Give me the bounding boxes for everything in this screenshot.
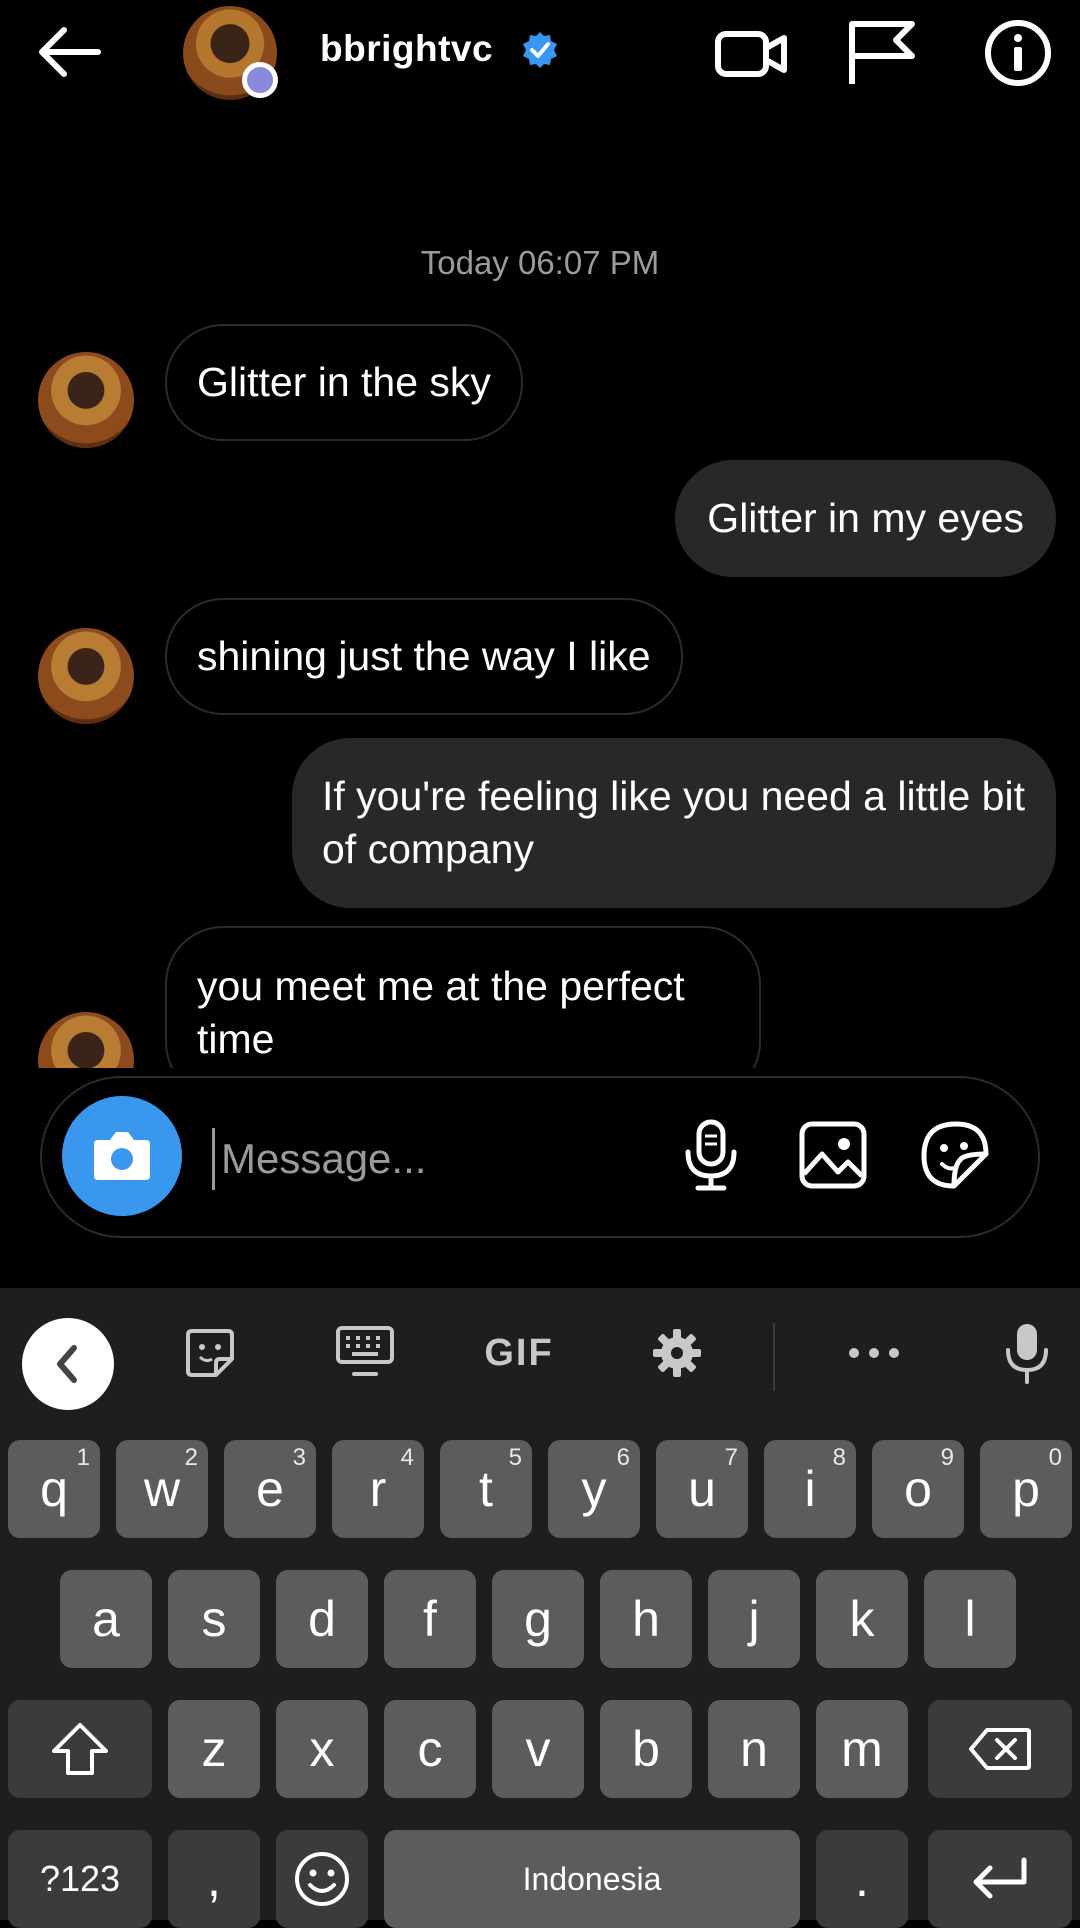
- keyboard-icon[interactable]: [334, 1318, 396, 1388]
- more-icon[interactable]: [842, 1318, 906, 1388]
- key-u[interactable]: u7: [656, 1440, 748, 1538]
- backspace-icon[interactable]: [928, 1700, 1072, 1798]
- outgoing-message[interactable]: If you're feeling like you need a little…: [292, 738, 1056, 908]
- key-w[interactable]: w2: [116, 1440, 208, 1538]
- video-call-icon[interactable]: [714, 18, 790, 88]
- enter-icon[interactable]: [928, 1830, 1072, 1928]
- info-icon[interactable]: [980, 18, 1056, 88]
- username[interactable]: bbrightvc: [320, 28, 493, 70]
- active-status-badge: [242, 62, 278, 98]
- keyboard-toolbar: GIF: [0, 1288, 1080, 1418]
- key-x[interactable]: x: [276, 1700, 368, 1798]
- key-k[interactable]: k: [816, 1570, 908, 1668]
- key-f[interactable]: f: [384, 1570, 476, 1668]
- microphone-icon[interactable]: [672, 1116, 750, 1194]
- shift-icon[interactable]: [8, 1700, 152, 1798]
- key-r[interactable]: r4: [332, 1440, 424, 1538]
- key-v[interactable]: v: [492, 1700, 584, 1798]
- symbols-key[interactable]: ?123: [8, 1830, 152, 1928]
- key-s[interactable]: s: [168, 1570, 260, 1668]
- key-c[interactable]: c: [384, 1700, 476, 1798]
- gallery-icon[interactable]: [794, 1116, 872, 1194]
- key-i[interactable]: i8: [764, 1440, 856, 1538]
- key-n[interactable]: n: [708, 1700, 800, 1798]
- back-arrow-icon[interactable]: [36, 22, 104, 82]
- toolbar-divider: [773, 1323, 775, 1391]
- key-m[interactable]: m: [816, 1700, 908, 1798]
- collapse-icon[interactable]: [22, 1318, 114, 1410]
- key-t[interactable]: t5: [440, 1440, 532, 1538]
- key-g[interactable]: g: [492, 1570, 584, 1668]
- message-input[interactable]: [212, 1128, 703, 1190]
- sticker-icon[interactable]: [180, 1318, 240, 1388]
- chat-header: bbrightvc: [0, 0, 1080, 110]
- settings-icon[interactable]: [648, 1318, 706, 1388]
- sender-avatar[interactable]: [38, 352, 134, 448]
- key-b[interactable]: b: [600, 1700, 692, 1798]
- key-a[interactable]: a: [60, 1570, 152, 1668]
- key-o[interactable]: o9: [872, 1440, 964, 1538]
- key-h[interactable]: h: [600, 1570, 692, 1668]
- camera-icon[interactable]: [62, 1096, 182, 1216]
- comma-key[interactable]: ,: [168, 1830, 260, 1928]
- soft-keyboard: GIF q1 w2 e3 r4 t5 y6 u7 i8 o9 p0 a s d …: [0, 1288, 1080, 1928]
- sticker-icon[interactable]: [916, 1116, 994, 1194]
- incoming-message[interactable]: Glitter in the sky: [165, 324, 523, 441]
- key-e[interactable]: e3: [224, 1440, 316, 1538]
- gif-button[interactable]: GIF: [480, 1318, 558, 1388]
- key-z[interactable]: z: [168, 1700, 260, 1798]
- voice-input-icon[interactable]: [1000, 1318, 1054, 1388]
- message-timestamp: Today 06:07 PM: [420, 244, 660, 281]
- message-list[interactable]: Glitter in the sky Glitter in my eyes sh…: [0, 300, 1080, 1068]
- key-j[interactable]: j: [708, 1570, 800, 1668]
- message-composer: [40, 1076, 1040, 1238]
- emoji-icon[interactable]: [276, 1830, 368, 1928]
- key-p[interactable]: p0: [980, 1440, 1072, 1538]
- key-d[interactable]: d: [276, 1570, 368, 1668]
- sender-avatar[interactable]: [38, 1012, 134, 1068]
- period-key[interactable]: .: [816, 1830, 908, 1928]
- sender-avatar[interactable]: [38, 628, 134, 724]
- incoming-message[interactable]: you meet me at the perfect time: [165, 926, 761, 1068]
- key-y[interactable]: y6: [548, 1440, 640, 1538]
- space-bar[interactable]: Indonesia: [384, 1830, 800, 1928]
- verified-badge-icon: [520, 30, 560, 70]
- flag-icon[interactable]: [846, 18, 922, 88]
- outgoing-message[interactable]: Glitter in my eyes: [675, 460, 1056, 577]
- key-q[interactable]: q1: [8, 1440, 100, 1538]
- key-l[interactable]: l: [924, 1570, 1016, 1668]
- incoming-message[interactable]: shining just the way I like: [165, 598, 683, 715]
